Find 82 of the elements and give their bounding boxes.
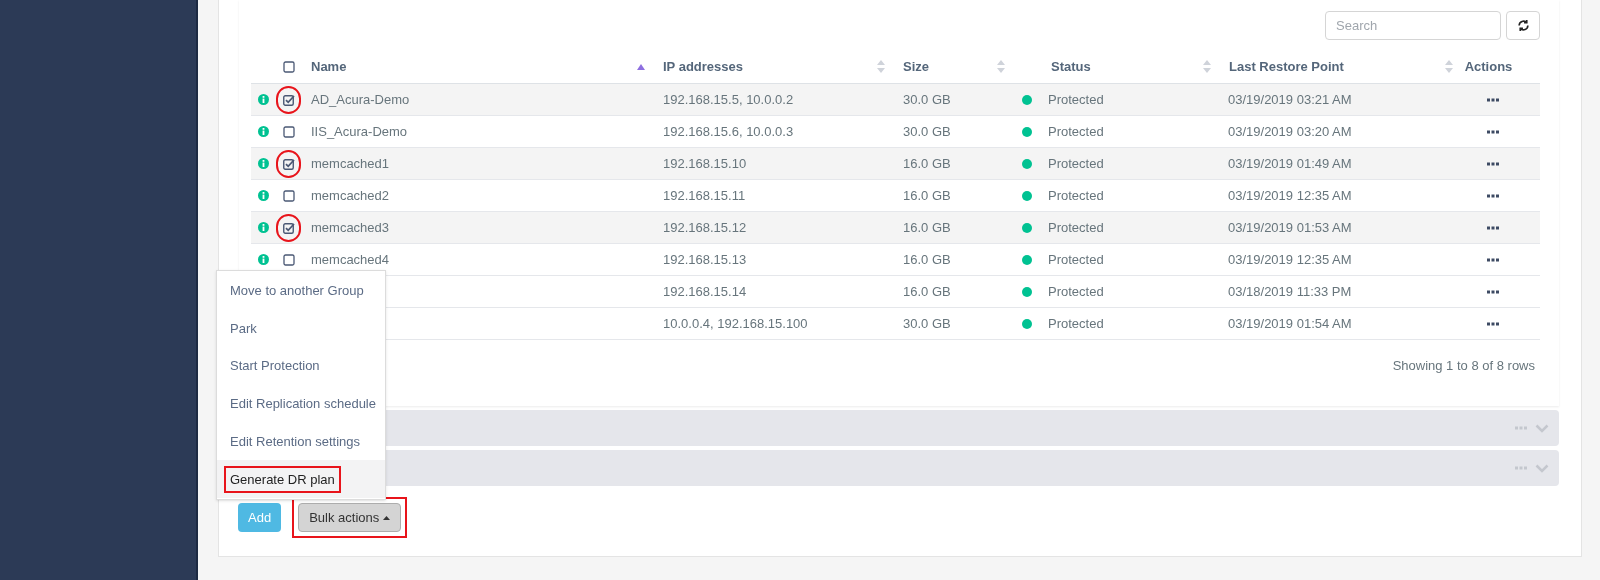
checkbox[interactable]: [282, 125, 295, 138]
info-icon[interactable]: [258, 126, 269, 137]
menu-item[interactable]: Park: [217, 309, 385, 348]
pagination-info: Showing 1 to 8 of 8 rows: [1392, 357, 1535, 375]
table-cell: 192.168.15.5, 10.0.0.2: [663, 91, 794, 107]
more-icon[interactable]: [1486, 289, 1499, 294]
table-cell: 192.168.15.13: [663, 251, 747, 267]
more-icon[interactable]: [1486, 129, 1499, 134]
sort-ascending-icon[interactable]: [637, 62, 645, 71]
more-icon[interactable]: [1486, 97, 1499, 102]
table-cell: 03/19/2019 03:20 AM: [1228, 123, 1352, 139]
bulk-actions-button[interactable]: Bulk actions: [298, 503, 402, 532]
checkbox[interactable]: [282, 157, 295, 170]
table-cell: Protected: [1048, 219, 1104, 235]
table-cell: 192.168.15.12: [663, 219, 747, 235]
column-header: Last Restore Point: [1229, 57, 1344, 76]
column-header: Status: [1051, 57, 1091, 76]
checkbox[interactable]: [282, 221, 295, 234]
table-cell: 30.0 GB: [903, 315, 951, 331]
checkbox[interactable]: [282, 189, 295, 202]
table-cell: 192.168.15.11: [663, 187, 746, 203]
annotation-box: Generate DR plan: [224, 465, 341, 494]
table-cell: Protected: [1048, 187, 1104, 203]
checkbox[interactable]: [282, 60, 295, 73]
menu-item[interactable]: Move to another Group: [217, 272, 385, 310]
info-icon[interactable]: [258, 254, 269, 265]
table-cell: Protected: [1048, 283, 1104, 299]
table-cell: 192.168.15.10: [663, 155, 747, 171]
menu-item[interactable]: Edit Retention settings: [217, 422, 385, 461]
table-cell: 10.0.0.4, 192.168.15.100: [663, 315, 808, 331]
table-cell: 16.0 GB: [903, 251, 951, 267]
table-cell: 16.0 GB: [903, 155, 951, 171]
caret-icon: [383, 515, 391, 520]
more-icon[interactable]: [1486, 193, 1499, 198]
info-icon[interactable]: [258, 158, 269, 169]
table-cell: 16.0 GB: [903, 187, 951, 203]
table-cell[interactable]: IIS_Acura-Demo: [311, 123, 408, 139]
column-header: Actions: [1464, 57, 1513, 76]
table-cell: Protected: [1048, 251, 1104, 267]
refresh-button[interactable]: [1506, 11, 1540, 40]
menu-item[interactable]: Edit Replication schedule: [217, 385, 385, 423]
table-cell: 03/19/2019 12:35 AM: [1228, 251, 1352, 267]
selected-row[interactable]: AD_Acura-Demo 192.168.15.5, 10.0.0.2 30.0 GB Protected 03/19/2019 03:21 AM: [251, 84, 1540, 116]
table-cell: 03/18/2019 11:33 PM: [1228, 283, 1352, 299]
refresh-icon: [1516, 19, 1530, 32]
table-cell: 16.0 GB: [903, 219, 951, 235]
table-cell[interactable]: memcached1: [311, 155, 390, 171]
column-header: Name: [311, 57, 347, 76]
table-cell: 30.0 GB: [903, 123, 951, 139]
menu-item[interactable]: Start Protection: [217, 347, 385, 386]
table-cell: Protected: [1048, 155, 1104, 171]
info-icon[interactable]: [258, 222, 269, 233]
table-cell: Protected: [1048, 91, 1104, 107]
table-cell[interactable]: memcached4: [311, 251, 390, 267]
column-header: IP addresses: [663, 57, 743, 76]
table-cell: 03/19/2019 01:49 AM: [1228, 155, 1352, 171]
column-header: Size: [903, 57, 929, 76]
table-cell: 03/19/2019 12:35 AM: [1228, 187, 1352, 203]
table-cell[interactable]: AD_Acura-Demo: [311, 91, 410, 107]
more-icon[interactable]: [1486, 257, 1499, 262]
table-cell[interactable]: memcached3: [311, 219, 390, 235]
table-cell: 03/19/2019 03:21 AM: [1228, 91, 1352, 107]
table-cell: 16.0 GB: [903, 283, 951, 299]
more-icon[interactable]: [1486, 321, 1499, 326]
table-cell: 192.168.15.14: [663, 283, 747, 299]
info-icon[interactable]: [258, 94, 269, 105]
table-cell: Protected: [1048, 123, 1104, 139]
menu-item[interactable]: Generate DR plan: [217, 460, 385, 499]
more-icon[interactable]: [1486, 225, 1499, 230]
table-cell: 03/19/2019 01:54 AM: [1228, 315, 1352, 331]
table-cell: 30.0 GB: [903, 91, 951, 107]
table-cell: 192.168.15.6, 10.0.0.3: [663, 123, 794, 139]
selected-row[interactable]: memcached1 192.168.15.10 16.0 GB Protected 03/19/2019 01:49 AM: [251, 148, 1540, 180]
table-cell: 03/19/2019 01:53 AM: [1228, 219, 1352, 235]
info-icon[interactable]: [258, 190, 269, 201]
selected-row[interactable]: memcached3 192.168.15.12 16.0 GB Protected 03/19/2019 01:53 AM: [251, 212, 1540, 244]
checkbox[interactable]: [282, 253, 295, 266]
table-cell[interactable]: memcached2: [311, 187, 390, 203]
checkbox[interactable]: [282, 93, 295, 106]
more-icon[interactable]: [1486, 161, 1499, 166]
table-cell: Protected: [1048, 315, 1104, 331]
search-field[interactable]: Search: [1325, 11, 1501, 40]
